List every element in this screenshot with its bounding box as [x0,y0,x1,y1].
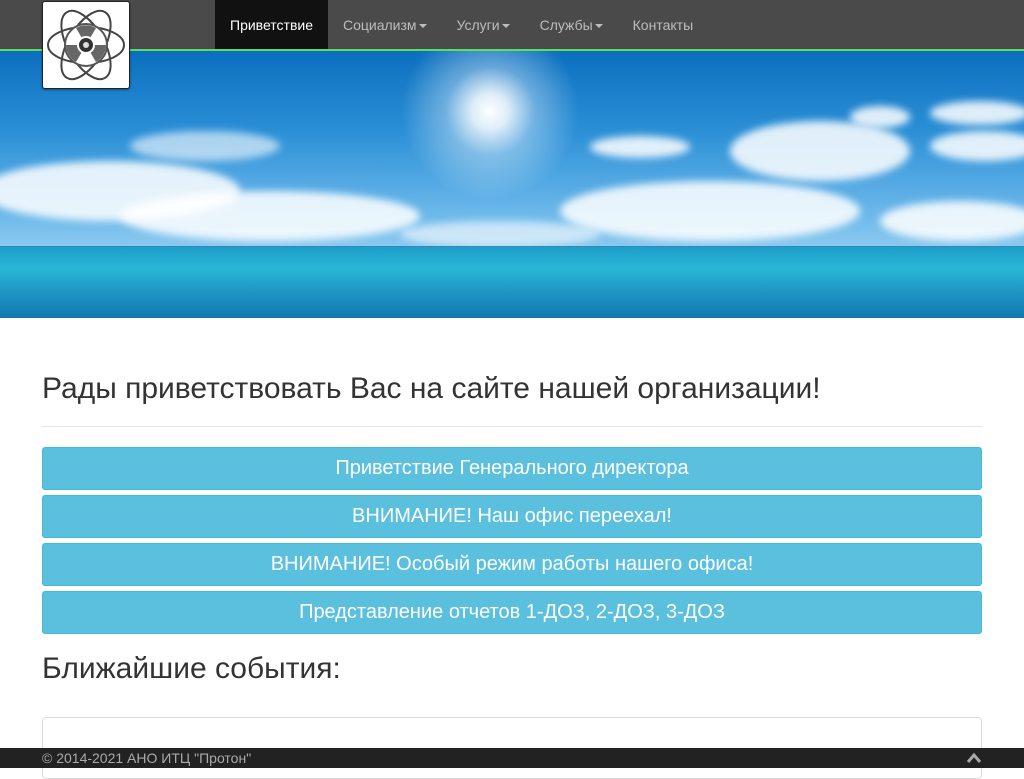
sea [0,247,1024,318]
nav-item-label: Услуги [456,17,500,33]
sun-glow [400,51,580,201]
nav-item-label: Приветствие [230,17,313,33]
nav-item-socialism[interactable]: Социализм [328,0,442,49]
main-nav: Приветствие Социализм Услуги Службы Конт… [215,0,708,49]
dose-reports-button[interactable]: Представление отчетов 1-ДОЗ, 2-ДОЗ, 3-ДО… [42,591,982,634]
cloud [400,221,600,247]
office-schedule-button[interactable]: ВНИМАНИЕ! Особый режим работы нашего офи… [42,543,982,586]
events-heading: Ближайшие события: [42,652,341,685]
office-moved-button[interactable]: ВНИМАНИЕ! Наш офис переехал! [42,495,982,538]
cloud [930,131,1024,161]
cloud [880,201,1024,241]
nav-item-contacts[interactable]: Контакты [618,0,708,49]
cloud [120,191,420,241]
hero-banner [0,51,1024,318]
nav-item-services[interactable]: Услуги [442,0,525,49]
atom-radiation-icon [47,9,125,81]
cloud [730,121,910,181]
director-greeting-button[interactable]: Приветствие Генерального директора [42,447,982,490]
chevron-up-icon[interactable] [966,751,982,765]
nav-item-label: Контакты [632,17,694,33]
cloud [930,101,1024,125]
nav-item-greeting[interactable]: Приветствие [215,0,328,49]
nav-item-label: Социализм [342,17,417,33]
cloud [590,136,690,158]
cloud [130,131,280,161]
divider [42,426,982,427]
site-logo[interactable] [42,1,130,89]
cloud [560,181,860,241]
copyright-text: © 2014-2021 АНО ИТЦ "Протон" [42,750,252,766]
top-navbar: Приветствие Социализм Услуги Службы Конт… [0,0,1024,51]
caret-down-icon [418,24,427,29]
nav-item-departments[interactable]: Службы [525,0,618,49]
nav-item-label: Службы [539,17,593,33]
footer: © 2014-2021 АНО ИТЦ "Протон" [0,748,1024,768]
cloud [850,106,910,128]
caret-down-icon [501,24,510,29]
caret-down-icon [594,24,603,29]
page-title: Рады приветствовать Вас на сайте нашей о… [42,372,821,405]
